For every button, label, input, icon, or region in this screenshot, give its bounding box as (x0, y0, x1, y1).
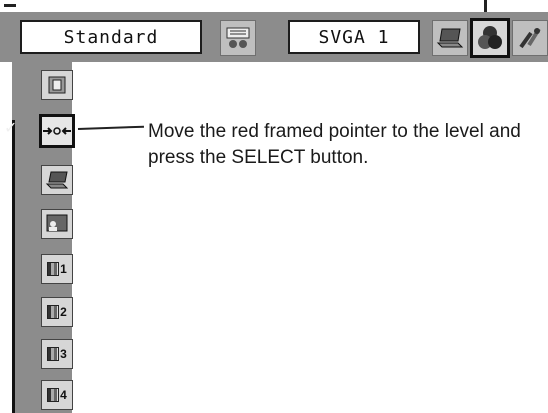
side-item-label: 1 (60, 262, 67, 276)
image-mode-display[interactable]: Standard (20, 20, 202, 54)
check-icon: ✓ (4, 118, 18, 137)
color-bars-icon[interactable]: 3 (41, 339, 73, 369)
color-bars-icon[interactable]: 4 (41, 380, 73, 410)
side-guide-line (12, 120, 15, 413)
side-item-label: 4 (60, 388, 67, 402)
top-menu-bar: Standard SVGA 1 (0, 12, 548, 62)
screen-person-icon[interactable] (41, 209, 73, 239)
laptop-icon[interactable] (41, 165, 73, 195)
input-signal-display[interactable]: SVGA 1 (288, 20, 420, 54)
computer-system-icon[interactable] (220, 20, 256, 56)
menu-heading-fragment (0, 0, 16, 12)
side-item-label: 2 (60, 305, 67, 319)
color-bars-icon[interactable]: 2 (41, 297, 73, 327)
instruction-text: Move the red framed pointer to the level… (148, 121, 521, 168)
color-adjust-icon[interactable] (470, 18, 510, 58)
laptop-icon[interactable] (432, 20, 468, 56)
pointer-arrows-icon[interactable] (39, 114, 75, 148)
picture-doc-icon[interactable] (41, 70, 73, 100)
side-item-label: 3 (60, 347, 67, 361)
callout-leader-line (77, 125, 144, 130)
color-bars-icon[interactable]: 1 (41, 254, 73, 284)
tools-icon[interactable] (512, 20, 548, 56)
